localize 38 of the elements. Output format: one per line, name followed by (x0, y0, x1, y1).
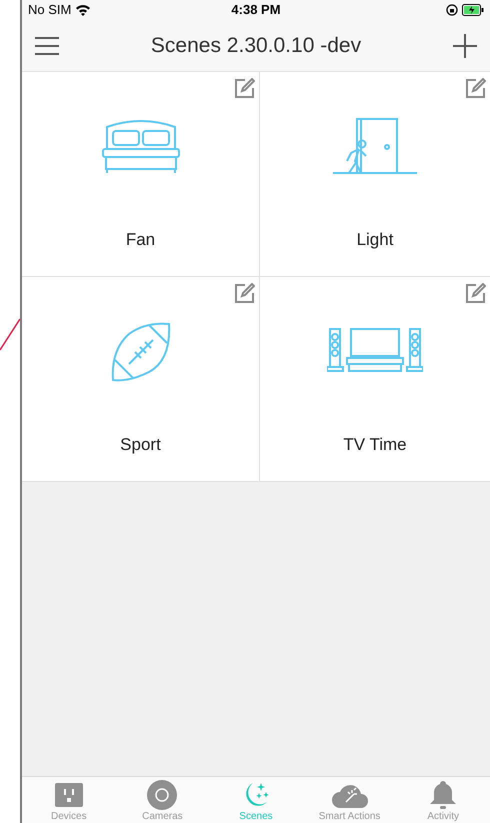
edit-button[interactable] (464, 282, 486, 304)
edit-icon (464, 283, 486, 303)
clock-text: 4:38 PM (231, 1, 281, 20)
tab[interactable]: Activity (396, 777, 490, 823)
wifi-icon (75, 4, 92, 16)
tab[interactable]: Devices (22, 777, 116, 823)
bed-icon (100, 119, 180, 175)
edit-button[interactable] (233, 282, 255, 304)
tab[interactable]: Scenes (209, 777, 303, 823)
scene-name: Sport (120, 434, 161, 456)
plus-icon (453, 34, 477, 58)
scene-name: Fan (126, 229, 156, 251)
screen-title: Scenes 2.30.0.10 -dev (150, 32, 362, 59)
scene-card[interactable]: Light (260, 72, 490, 276)
scene-card[interactable]: Sport (22, 277, 259, 481)
power-outlet-icon (54, 783, 83, 807)
rotation-lock-icon (446, 4, 458, 16)
scene-card[interactable]: TV Time (260, 277, 490, 481)
edit-button[interactable] (233, 77, 255, 99)
person-exiting-door-icon (333, 117, 417, 177)
annotation-line (0, 318, 20, 351)
edit-button[interactable] (464, 77, 486, 99)
add-button[interactable] (452, 32, 478, 58)
bell-icon (429, 780, 458, 810)
edit-icon (234, 283, 254, 303)
battery-charging-icon (462, 4, 484, 16)
menu-button[interactable] (34, 36, 60, 56)
scene-card[interactable]: Fan (22, 72, 259, 276)
scene-name: Light (356, 229, 394, 251)
menu-icon (35, 36, 59, 54)
scene-name: TV Time (343, 434, 407, 456)
camera-lens-icon (147, 780, 178, 810)
edit-icon (234, 78, 254, 98)
tab[interactable]: Cameras (116, 777, 210, 823)
tab[interactable]: Smart Actions (302, 777, 396, 823)
cloud-wand-icon (332, 782, 368, 808)
edit-icon (464, 78, 486, 98)
carrier-text: No SIM (28, 1, 72, 20)
